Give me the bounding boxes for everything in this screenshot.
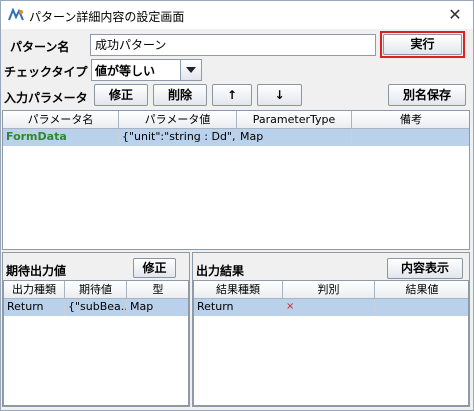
input-param-label: 入力パラメータ <box>4 91 88 105</box>
column-header[interactable]: 結果種類 <box>194 281 283 299</box>
move-up-button[interactable]: ↑ <box>212 84 252 106</box>
title-bar: パターン詳細内容の設定画面 ✕ <box>1 1 473 29</box>
column-header[interactable]: 出力種類 <box>4 281 65 299</box>
column-header[interactable]: パラメータ名 <box>3 111 119 129</box>
fail-mark-icon[interactable]: × <box>283 299 375 316</box>
column-header[interactable]: 期待値 <box>65 281 127 299</box>
check-type-value: 値が等しい <box>95 64 156 78</box>
edit-expected-button[interactable]: 修正 <box>133 258 176 278</box>
expected-output-table[interactable]: 出力種類 期待値 型 Return {"subBea... Map <box>3 280 189 406</box>
column-header[interactable]: 結果値 <box>375 281 468 299</box>
type-cell[interactable]: Map <box>127 299 188 316</box>
param-type-cell[interactable]: Map <box>237 129 352 146</box>
column-header[interactable]: 型 <box>127 281 188 299</box>
save-as-button[interactable]: 別名保存 <box>388 84 466 106</box>
delete-param-button[interactable]: 削除 <box>153 84 207 106</box>
show-content-button[interactable]: 内容表示 <box>387 258 463 279</box>
param-table[interactable]: パラメータ名 パラメータ値 ParameterType 備考 FormData … <box>2 110 470 250</box>
column-header[interactable]: 備考 <box>352 111 469 129</box>
expected-output-title: 期待出力値 <box>6 264 67 278</box>
check-type-select[interactable]: 値が等しい <box>91 59 202 81</box>
result-table[interactable]: 結果種類 判別 結果値 Return × <box>193 280 469 406</box>
execute-button[interactable]: 実行 <box>383 34 462 55</box>
pattern-name-label: パターン名 <box>10 40 70 54</box>
param-value-cell[interactable]: {"unit":"string : Dd","... <box>119 129 237 146</box>
result-title: 出力結果 <box>196 264 245 278</box>
param-name-cell[interactable]: FormData <box>3 129 119 146</box>
expected-value-cell[interactable]: {"subBea... <box>65 299 127 316</box>
check-type-label: チェックタイプ <box>4 65 88 79</box>
app-logo-icon <box>8 7 24 22</box>
close-icon[interactable]: ✕ <box>439 4 471 26</box>
column-header[interactable]: パラメータ値 <box>119 111 237 129</box>
column-header[interactable]: ParameterType <box>237 111 352 129</box>
result-kind-cell[interactable]: Return <box>194 299 283 316</box>
chevron-down-icon[interactable] <box>180 60 201 80</box>
column-header[interactable]: 判別 <box>283 281 375 299</box>
move-down-button[interactable]: ↓ <box>257 84 302 106</box>
edit-param-button[interactable]: 修正 <box>94 84 148 106</box>
window-title: パターン詳細内容の設定画面 <box>29 10 185 24</box>
output-kind-cell[interactable]: Return <box>4 299 65 316</box>
result-value-cell[interactable] <box>375 299 468 316</box>
param-note-cell[interactable] <box>352 129 469 146</box>
pattern-name-input[interactable]: 成功パターン <box>90 34 376 56</box>
